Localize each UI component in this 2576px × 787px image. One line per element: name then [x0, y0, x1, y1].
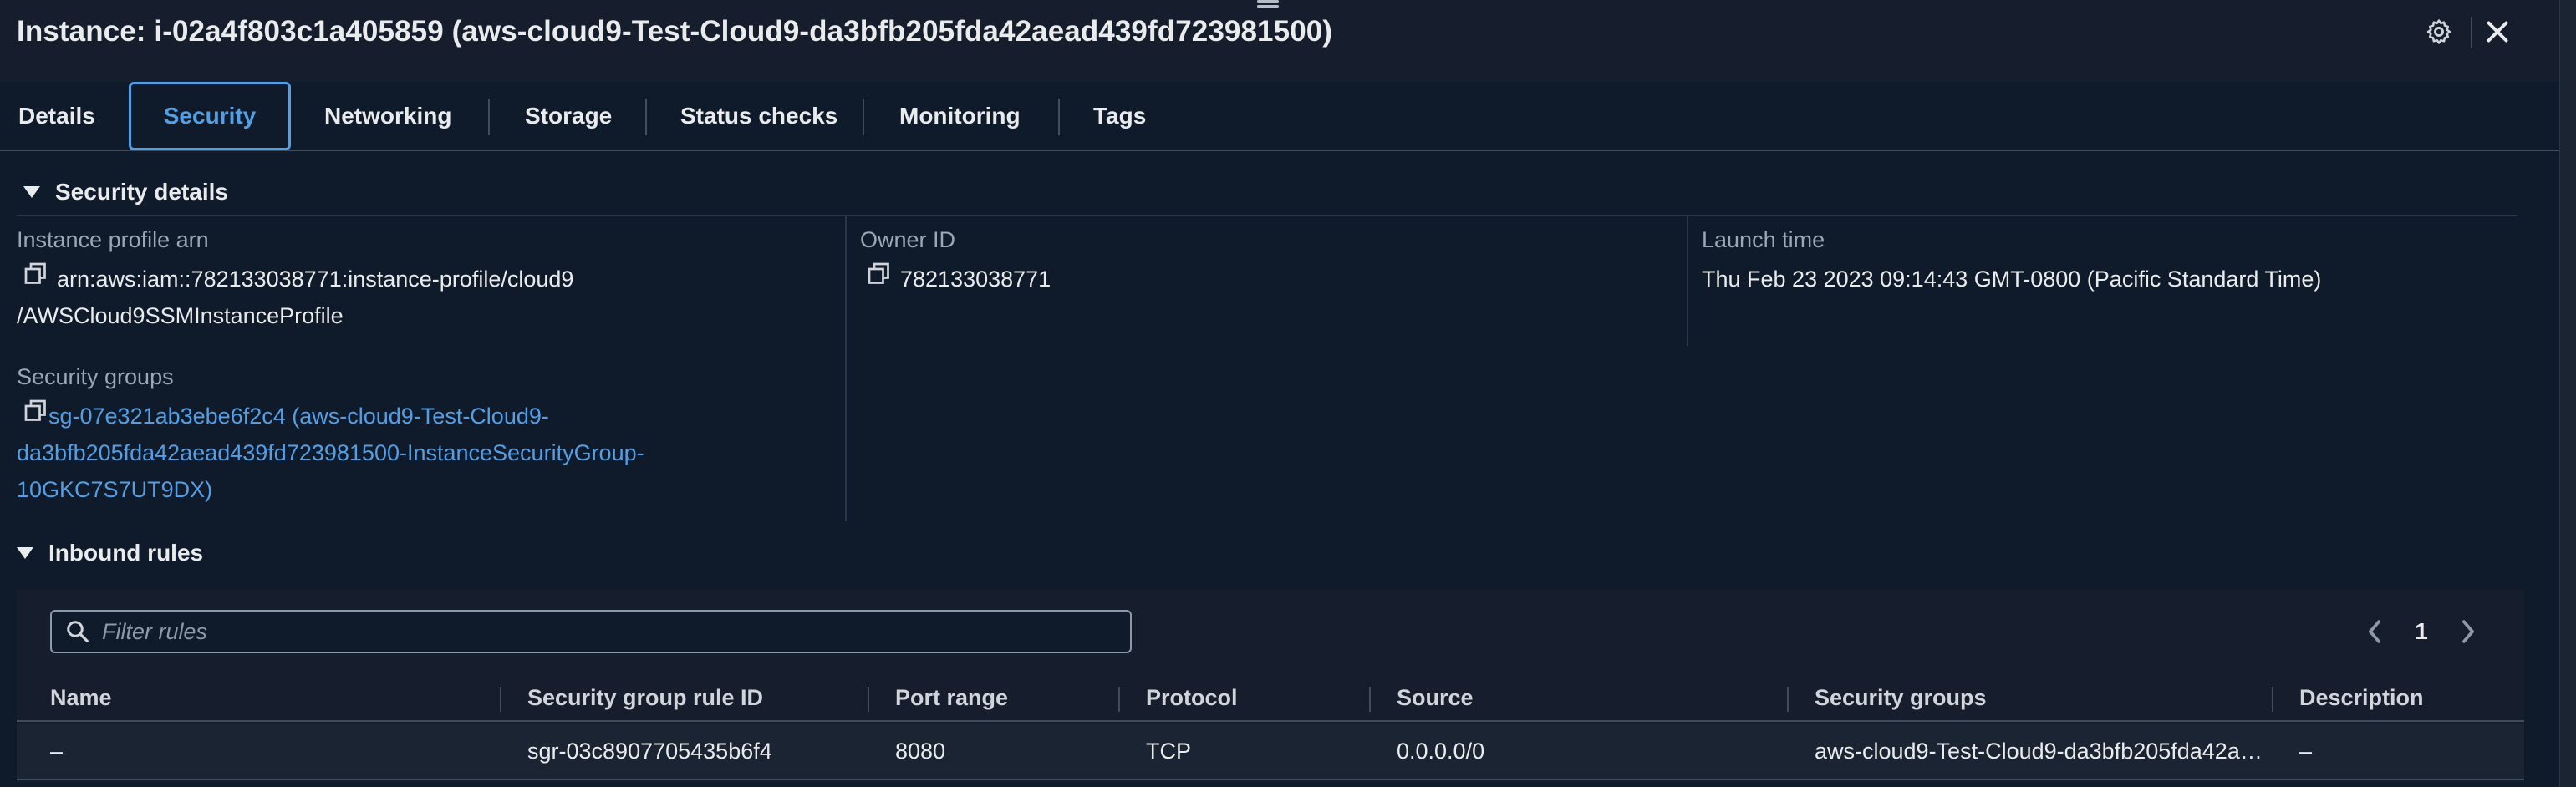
- security-group-link[interactable]: sg-07e321ab3ebe6f2c4 (aws-cloud9-Test-Cl…: [48, 404, 549, 429]
- owner-id-text: 782133038771: [900, 267, 1051, 292]
- column-divider: [1687, 216, 1688, 346]
- column-resizer[interactable]: [868, 687, 869, 712]
- inbound-rules-toggle[interactable]: Inbound rules: [17, 540, 203, 566]
- column-resizer[interactable]: [1369, 687, 1371, 712]
- launch-time-label: Launch time: [1702, 227, 1825, 252]
- search-icon: [65, 619, 90, 644]
- column-resizer[interactable]: [500, 687, 501, 712]
- instance-details-panel: Instance: i-02a4f803c1a405859 (aws-cloud…: [0, 0, 2576, 787]
- column-resizer[interactable]: [2272, 687, 2273, 712]
- header-divider: [2471, 17, 2472, 48]
- security-group-link[interactable]: da3bfb205fda42aead439fd723981500-Instanc…: [17, 434, 644, 471]
- tab-divider: [488, 99, 490, 135]
- scrollbar[interactable]: [2559, 0, 2576, 787]
- panel-header: Instance: i-02a4f803c1a405859 (aws-cloud…: [0, 0, 2559, 83]
- divider: [17, 215, 2517, 216]
- instance-profile-arn-value: arn:aws:iam::782133038771:instance-profi…: [17, 261, 573, 334]
- tab-details[interactable]: Details: [18, 82, 95, 150]
- tab-tags[interactable]: Tags: [1093, 82, 1146, 150]
- filter-rules-field[interactable]: [50, 610, 1132, 653]
- chevron-left-icon[interactable]: [2362, 613, 2387, 650]
- column-resizer[interactable]: [1118, 687, 1120, 712]
- cell-name: –: [50, 739, 64, 764]
- column-header-port-range[interactable]: Port range: [895, 685, 1008, 711]
- tab-monitoring[interactable]: Monitoring: [899, 82, 1021, 150]
- arn-line2: /AWSCloud9SSMInstanceProfile: [17, 303, 344, 328]
- cell-rule-id: sgr-03c8907705435b6f4: [527, 739, 772, 764]
- table-header: Name Security group rule ID Port range P…: [17, 677, 2524, 722]
- tab-networking[interactable]: Networking: [324, 82, 451, 150]
- column-header-description[interactable]: Description: [2299, 685, 2424, 711]
- tab-divider: [863, 99, 864, 135]
- caret-down-icon: [17, 547, 33, 559]
- copy-icon[interactable]: [23, 398, 48, 434]
- copy-icon[interactable]: [867, 261, 892, 297]
- close-icon[interactable]: [2481, 15, 2514, 48]
- page-number[interactable]: 1: [2407, 613, 2436, 650]
- column-header-name[interactable]: Name: [50, 685, 112, 711]
- owner-id-label: Owner ID: [860, 227, 956, 252]
- tab-divider: [645, 99, 647, 135]
- column-header-security-groups[interactable]: Security groups: [1815, 685, 1987, 711]
- column-divider: [845, 216, 847, 521]
- cell-security-group-link[interactable]: aws-cloud9-Test-Cloud9-da3bfb205fda42aea…: [1815, 739, 2263, 764]
- column-resizer[interactable]: [1787, 687, 1789, 712]
- section-heading: Inbound rules: [48, 540, 204, 566]
- security-groups-value: sg-07e321ab3ebe6f2c4 (aws-cloud9-Test-Cl…: [17, 398, 644, 508]
- column-header-rule-id[interactable]: Security group rule ID: [527, 685, 763, 711]
- tab-security[interactable]: Security: [129, 82, 291, 150]
- owner-id-value: 782133038771: [867, 261, 1051, 297]
- security-details-toggle[interactable]: Security details: [23, 179, 228, 206]
- security-groups-label: Security groups: [17, 364, 174, 389]
- tab-storage[interactable]: Storage: [525, 82, 612, 150]
- caret-down-icon: [23, 186, 40, 198]
- copy-icon[interactable]: [23, 261, 48, 297]
- chevron-right-icon[interactable]: [2456, 613, 2481, 650]
- tab-divider: [1058, 99, 1060, 135]
- security-group-link[interactable]: 10GKC7S7UT9DX): [17, 471, 644, 508]
- tab-status-checks[interactable]: Status checks: [680, 82, 837, 150]
- filter-rules-input[interactable]: [102, 618, 1105, 645]
- table-row[interactable]: – sgr-03c8907705435b6f4 8080 TCP 0.0.0.0…: [17, 724, 2524, 780]
- cell-protocol: TCP: [1146, 739, 1191, 764]
- column-header-source[interactable]: Source: [1397, 685, 1474, 711]
- cell-source: 0.0.0.0/0: [1397, 739, 1485, 764]
- instance-profile-arn-label: Instance profile arn: [17, 227, 209, 252]
- arn-line1: arn:aws:iam::782133038771:instance-profi…: [57, 267, 574, 292]
- launch-time-value: Thu Feb 23 2023 09:14:43 GMT-0800 (Pacif…: [1702, 267, 2322, 292]
- drag-handle-icon[interactable]: [1257, 0, 1279, 10]
- cell-port-range: 8080: [895, 739, 946, 764]
- column-header-protocol[interactable]: Protocol: [1146, 685, 1238, 711]
- cell-description: –: [2299, 739, 2313, 764]
- gear-icon[interactable]: [2422, 15, 2456, 48]
- tab-bar: Details Security Networking Storage Stat…: [0, 82, 2559, 151]
- page-title: Instance: i-02a4f803c1a405859 (aws-cloud…: [17, 15, 1333, 48]
- section-heading: Security details: [55, 179, 228, 205]
